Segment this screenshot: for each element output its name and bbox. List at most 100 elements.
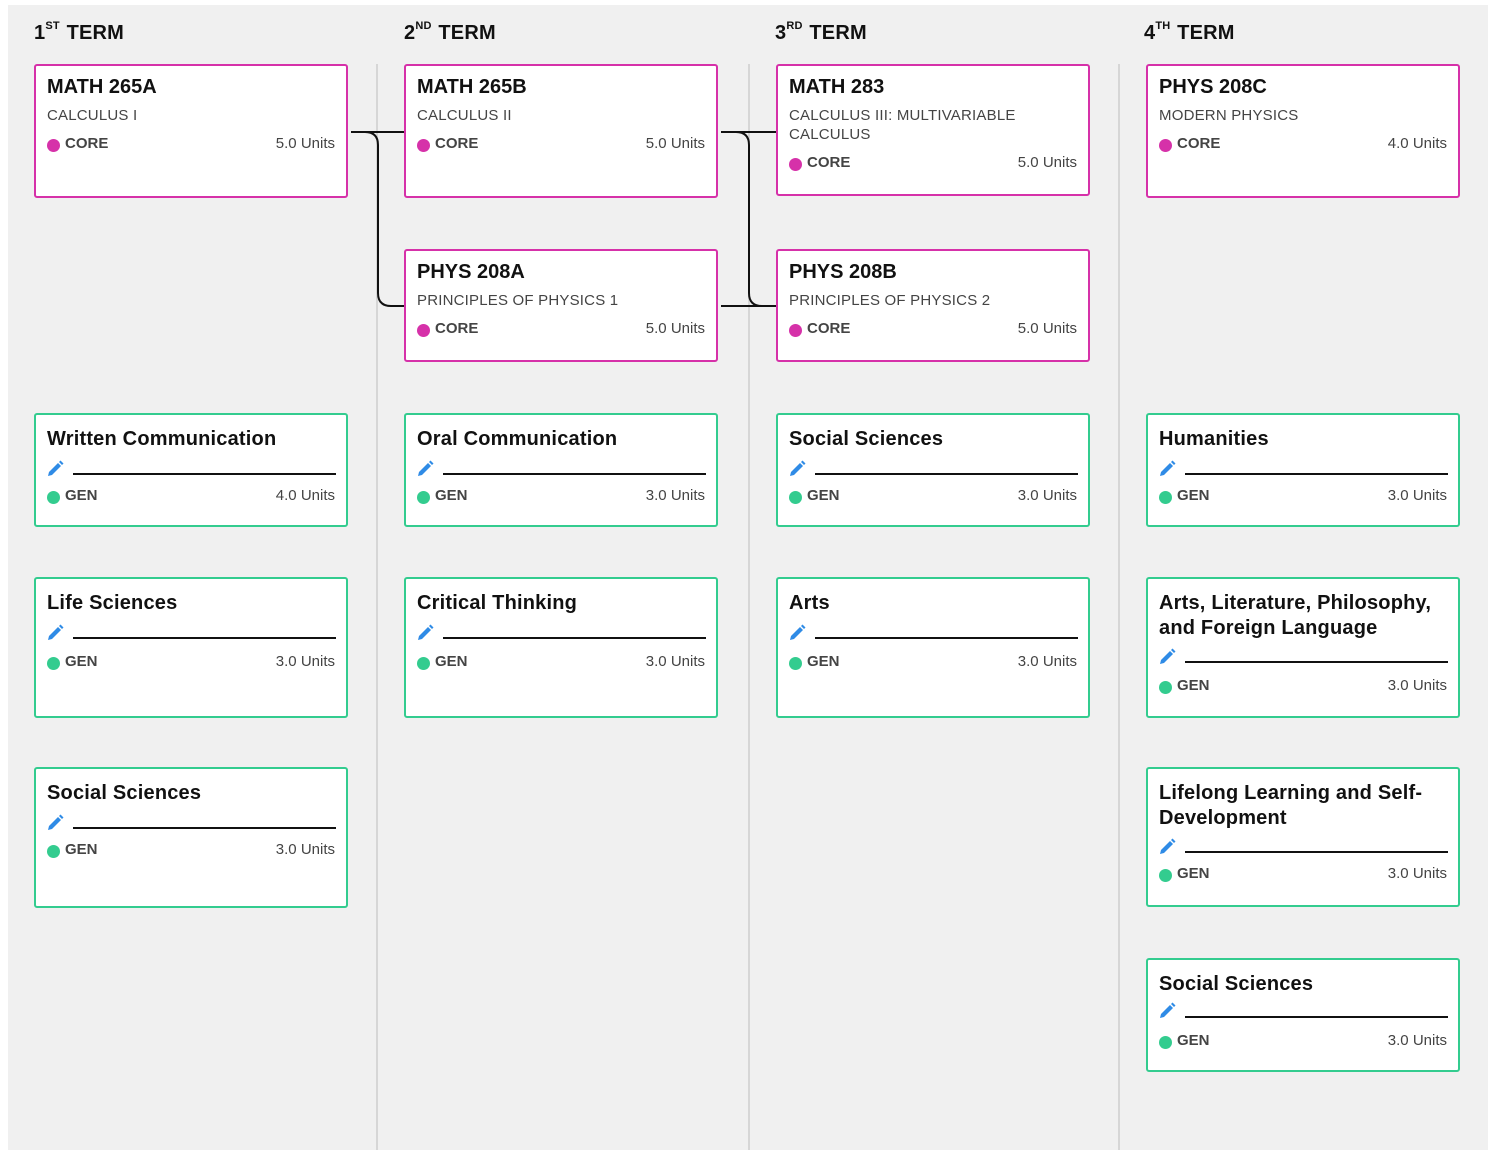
course-name: MODERN PHYSICS [1159, 107, 1299, 124]
course-units: 5.0 Units [645, 135, 705, 152]
pencil-icon[interactable] [1158, 458, 1178, 478]
gen-dot-icon [1159, 490, 1172, 504]
course-name: PRINCIPLES OF PHYSICS 1 [417, 292, 619, 309]
gen-dot-icon [789, 490, 802, 504]
pencil-icon[interactable] [416, 622, 436, 642]
gen-card-written-communication[interactable]: Written Communication GEN 4.0 Units [34, 413, 348, 527]
gen-units: 3.0 Units [1387, 677, 1447, 694]
category-badge: CORE [789, 320, 850, 337]
gen-card-arts[interactable]: Arts GEN 3.0 Units [776, 577, 1090, 718]
gen-dot-icon [1159, 680, 1172, 694]
category-badge: CORE [417, 320, 478, 337]
gen-dot-icon [417, 490, 430, 504]
connector-math265b-phys208b [721, 131, 776, 307]
course-entry-line[interactable] [73, 473, 336, 475]
course-name: PRINCIPLES OF PHYSICS 2 [789, 292, 991, 309]
gen-units: 3.0 Units [1017, 653, 1077, 670]
gen-title: Social Sciences [789, 428, 944, 450]
category-badge: GEN [1159, 487, 1210, 504]
gen-units: 3.0 Units [1387, 487, 1447, 504]
course-entry-line[interactable] [815, 473, 1078, 475]
gen-title: Written Communication [47, 428, 277, 450]
gen-units: 3.0 Units [1387, 1032, 1447, 1049]
category-badge: GEN [417, 487, 468, 504]
core-dot-icon [1159, 138, 1172, 152]
core-dot-icon [789, 323, 802, 337]
gen-units: 3.0 Units [645, 653, 705, 670]
course-card-phys208a[interactable]: PHYS 208A PRINCIPLES OF PHYSICS 1 CORE 5… [404, 249, 718, 362]
pencil-icon[interactable] [46, 458, 66, 478]
gen-units: 3.0 Units [1017, 487, 1077, 504]
course-entry-line[interactable] [1185, 851, 1448, 853]
course-entry-line[interactable] [443, 637, 706, 639]
course-units: 5.0 Units [645, 320, 705, 337]
course-card-phys208c[interactable]: PHYS 208C MODERN PHYSICS CORE 4.0 Units [1146, 64, 1460, 198]
gen-card-arts-literature[interactable]: Arts, Literature, Philosophy, and Foreig… [1146, 577, 1460, 718]
course-entry-line[interactable] [1185, 661, 1448, 663]
pencil-icon[interactable] [46, 622, 66, 642]
gen-title: Arts, Literature, Philosophy, and Foreig… [1159, 592, 1432, 639]
category-badge: CORE [47, 135, 108, 152]
gen-card-oral-communication[interactable]: Oral Communication GEN 3.0 Units [404, 413, 718, 527]
gen-units: 4.0 Units [275, 487, 335, 504]
course-code: MATH 283 [789, 76, 885, 98]
category-badge: CORE [1159, 135, 1220, 152]
gen-dot-icon [417, 656, 430, 670]
pencil-icon[interactable] [788, 458, 808, 478]
gen-card-humanities[interactable]: Humanities GEN 3.0 Units [1146, 413, 1460, 527]
course-units: 4.0 Units [1387, 135, 1447, 152]
course-code: PHYS 208B [789, 261, 897, 283]
gen-units: 3.0 Units [1387, 865, 1447, 882]
course-entry-line[interactable] [1185, 473, 1448, 475]
course-card-phys208b[interactable]: PHYS 208B PRINCIPLES OF PHYSICS 2 CORE 5… [776, 249, 1090, 362]
course-name: CALCULUS III: MULTIVARIABLE CALCULUS [789, 107, 1016, 143]
connector-math265a-phys208a [351, 131, 404, 307]
gen-card-social-sciences[interactable]: Social Sciences GEN 3.0 Units [776, 413, 1090, 527]
category-badge: GEN [789, 653, 840, 670]
pencil-icon[interactable] [1158, 646, 1178, 666]
gen-title: Oral Communication [417, 428, 618, 450]
course-entry-line[interactable] [73, 637, 336, 639]
gen-dot-icon [1159, 1035, 1172, 1049]
gen-card-social-sciences[interactable]: Social Sciences GEN 3.0 Units [1146, 958, 1460, 1072]
pencil-icon[interactable] [46, 812, 66, 832]
gen-card-lifelong-learning[interactable]: Lifelong Learning and Self-Development G… [1146, 767, 1460, 907]
gen-title: Critical Thinking [417, 592, 578, 614]
category-badge: GEN [47, 841, 98, 858]
gen-units: 3.0 Units [645, 487, 705, 504]
course-entry-line[interactable] [815, 637, 1078, 639]
core-dot-icon [789, 157, 802, 171]
pencil-icon[interactable] [1158, 1000, 1178, 1020]
gen-units: 3.0 Units [275, 841, 335, 858]
course-card-math265b[interactable]: MATH 265B CALCULUS II CORE 5.0 Units [404, 64, 718, 198]
pencil-icon[interactable] [416, 458, 436, 478]
category-badge: CORE [417, 135, 478, 152]
course-name: CALCULUS II [417, 107, 512, 124]
category-badge: GEN [1159, 865, 1210, 882]
gen-card-social-sciences[interactable]: Social Sciences GEN 3.0 Units [34, 767, 348, 908]
pencil-icon[interactable] [788, 622, 808, 642]
gen-dot-icon [47, 656, 60, 670]
course-entry-line[interactable] [1185, 1016, 1448, 1018]
course-entry-line[interactable] [443, 473, 706, 475]
course-entry-line[interactable] [73, 827, 336, 829]
course-name: CALCULUS I [47, 107, 138, 124]
gen-card-critical-thinking[interactable]: Critical Thinking GEN 3.0 Units [404, 577, 718, 718]
course-code: PHYS 208A [417, 261, 525, 283]
course-code: PHYS 208C [1159, 76, 1267, 98]
category-badge: GEN [47, 653, 98, 670]
core-dot-icon [417, 323, 430, 337]
gen-dot-icon [47, 844, 60, 858]
gen-card-life-sciences[interactable]: Life Sciences GEN 3.0 Units [34, 577, 348, 718]
pencil-icon[interactable] [1158, 836, 1178, 856]
category-badge: GEN [417, 653, 468, 670]
course-card-math283[interactable]: MATH 283 CALCULUS III: MULTIVARIABLE CAL… [776, 64, 1090, 196]
gen-title: Social Sciences [1159, 973, 1314, 995]
course-card-math265a[interactable]: MATH 265A CALCULUS I CORE 5.0 Units [34, 64, 348, 198]
course-units: 5.0 Units [1017, 320, 1077, 337]
gen-title: Arts [789, 592, 830, 614]
gen-title: Lifelong Learning and Self-Development [1159, 782, 1423, 829]
course-code: MATH 265B [417, 76, 527, 98]
gen-title: Humanities [1159, 428, 1269, 450]
category-badge: GEN [1159, 1032, 1210, 1049]
